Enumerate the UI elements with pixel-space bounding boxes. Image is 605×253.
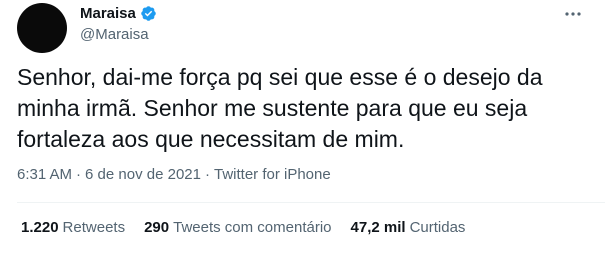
meta-separator: · xyxy=(76,166,82,183)
author-name-row: Maraisa xyxy=(80,5,157,22)
author-display-name[interactable]: Maraisa xyxy=(80,5,136,22)
tweet-stats: 1.220 Retweets 290 Tweets com comentário… xyxy=(21,219,484,236)
likes-stat[interactable]: 47,2 mil Curtidas xyxy=(351,219,466,236)
quotes-label: Tweets com comentário xyxy=(173,219,332,236)
meta-separator: · xyxy=(204,166,210,183)
likes-label: Curtidas xyxy=(409,219,466,236)
tweet-meta: 6:31 AM · 6 de nov de 2021 · Twitter for… xyxy=(17,166,331,183)
verified-badge-icon xyxy=(140,5,157,22)
quotes-stat[interactable]: 290 Tweets com comentário xyxy=(144,219,331,236)
author-handle[interactable]: @Maraisa xyxy=(80,26,149,43)
retweets-label: Retweets xyxy=(62,219,126,236)
tweet-time[interactable]: 6:31 AM xyxy=(17,166,72,183)
retweets-stat[interactable]: 1.220 Retweets xyxy=(21,219,125,236)
avatar[interactable] xyxy=(17,3,67,53)
more-options-icon xyxy=(565,12,581,16)
tweet-date[interactable]: 6 de nov de 2021 xyxy=(85,166,201,183)
retweets-count: 1.220 xyxy=(21,219,59,236)
likes-count: 47,2 mil xyxy=(350,219,406,236)
tweet-source[interactable]: Twitter for iPhone xyxy=(214,166,331,183)
tweet-text: Senhor, dai-me força pq sei que esse é o… xyxy=(17,64,543,152)
divider xyxy=(17,202,605,203)
more-options-button[interactable] xyxy=(561,4,585,24)
quotes-count: 290 xyxy=(144,219,170,236)
tweet-card: Maraisa @Maraisa Senhor, dai-me força pq… xyxy=(0,0,605,253)
